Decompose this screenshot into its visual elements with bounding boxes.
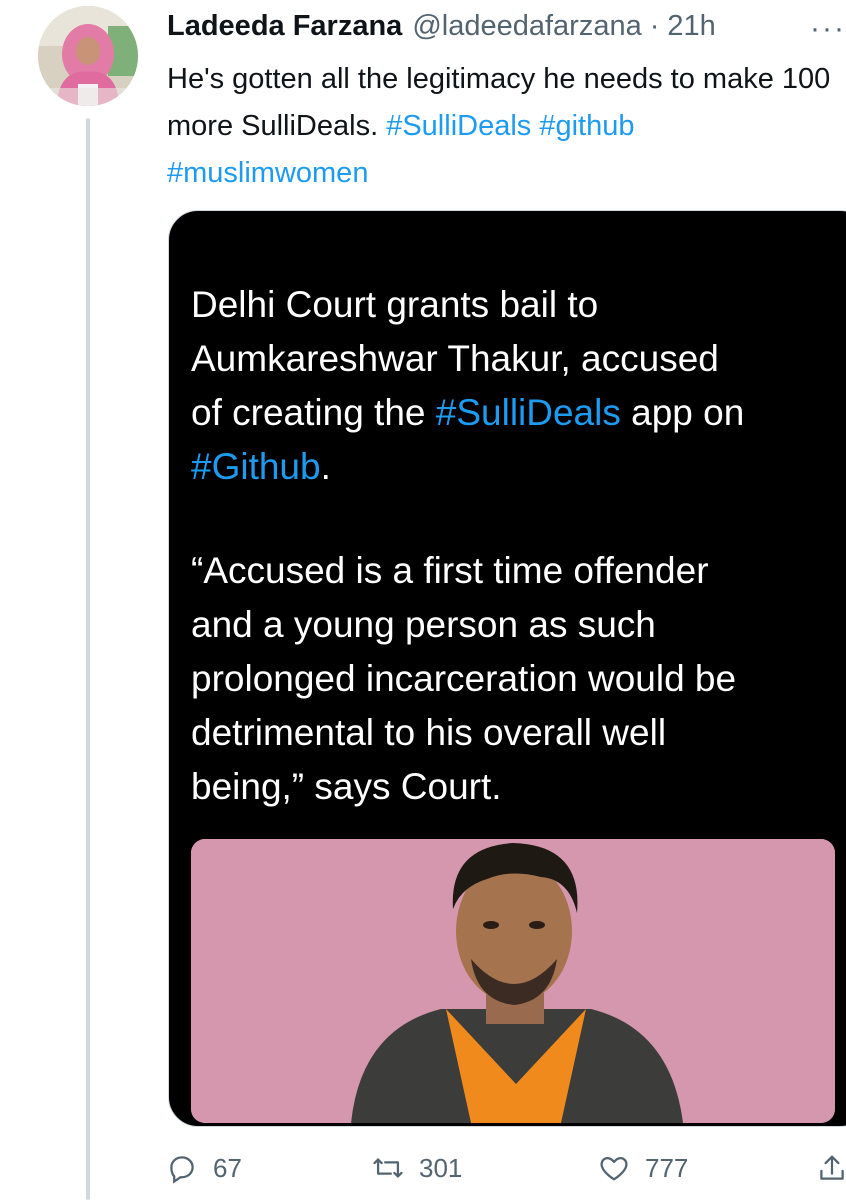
reply-button[interactable]: 67 xyxy=(165,1151,242,1185)
headline-text: app on xyxy=(620,392,745,433)
headline-line-3: of creating the #SulliDeals app on xyxy=(191,386,846,440)
media-headline: Delhi Court grants bail to Aumkareshwar … xyxy=(191,278,846,494)
like-button[interactable]: 777 xyxy=(597,1151,688,1185)
media-hashtag-sullideals: #SulliDeals xyxy=(435,392,621,433)
reply-icon xyxy=(170,1156,194,1184)
retweet-button[interactable]: 301 xyxy=(371,1151,462,1185)
hashtag-sullideals[interactable]: #SulliDeals xyxy=(386,110,531,142)
tweet-actions: 67 301 777 xyxy=(165,1151,846,1191)
more-icon[interactable]: ··· xyxy=(810,12,846,46)
tweet-text: He's gotten all the legitimacy he needs … xyxy=(167,56,846,197)
person-illustration xyxy=(191,839,835,1123)
separator-dot: · xyxy=(649,10,660,42)
quote-line: prolonged incarceration would be xyxy=(191,658,737,699)
quote-line: and a young person as such xyxy=(191,604,656,645)
like-icon xyxy=(600,1156,628,1181)
tweet-media[interactable]: Delhi Court grants bail to Aumkareshwar … xyxy=(168,210,846,1127)
retweet-icon xyxy=(373,1158,403,1178)
author-handle[interactable]: @ladeedafarzana xyxy=(412,10,641,43)
quote-line: being,” says Court. xyxy=(191,766,502,807)
person-photo xyxy=(191,839,835,1123)
thread-line xyxy=(86,118,90,1200)
share-icon xyxy=(820,1155,844,1180)
headline-text: . xyxy=(320,446,331,487)
headline-line-2: Aumkareshwar Thakur, accused xyxy=(191,338,719,379)
like-count: 777 xyxy=(645,1152,689,1183)
quote-line: “Accused is a first time offender xyxy=(191,550,709,591)
author-name[interactable]: Ladeeda Farzana xyxy=(167,10,402,43)
tweet-header: Ladeeda Farzana @ladeedafarzana · 21h xyxy=(167,10,846,46)
headline-line-4: #Github. xyxy=(191,440,846,494)
media-hashtag-github: #Github xyxy=(191,446,321,487)
avatar-photo xyxy=(38,6,138,106)
retweet-count: 301 xyxy=(419,1152,463,1183)
share-button[interactable] xyxy=(815,1151,846,1185)
media-quote: “Accused is a first time offender and a … xyxy=(191,544,846,814)
avatar[interactable] xyxy=(38,6,138,106)
headline-text: of creating the xyxy=(191,392,436,433)
quote-line: detrimental to his overall well xyxy=(191,712,667,753)
reply-count: 67 xyxy=(213,1152,242,1183)
hashtag-muslimwomen[interactable]: #muslimwomen xyxy=(167,157,368,189)
headline-line-1: Delhi Court grants bail to xyxy=(191,284,599,325)
hashtag-github[interactable]: #github xyxy=(539,110,634,142)
timestamp[interactable]: 21h xyxy=(667,10,715,43)
